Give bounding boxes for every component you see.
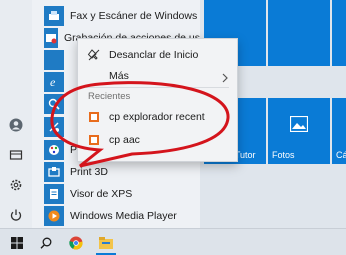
app-label: Visor de XPS	[70, 188, 133, 200]
file-explorer-icon[interactable]	[96, 233, 116, 253]
tile-photos[interactable]: Fotos	[268, 98, 330, 164]
settings-gear-icon[interactable]	[9, 178, 23, 192]
steps-recorder-icon	[44, 28, 58, 48]
math-input-icon	[44, 117, 64, 137]
account-icon[interactable]	[9, 118, 23, 132]
app-label: Fax y Escáner de Windows	[70, 10, 198, 22]
recent-item-label: cp aac	[109, 134, 140, 146]
search-icon[interactable]	[36, 233, 56, 253]
divider	[86, 87, 229, 88]
start-menu-screen: Fax y Escáner de Windows Grabación de ac…	[0, 0, 346, 255]
recent-item[interactable]: cp explorador recent	[78, 105, 237, 129]
media-player-icon	[44, 206, 64, 226]
document-icon	[87, 133, 101, 147]
documents-icon[interactable]	[9, 148, 23, 162]
app-item-fax-scanner[interactable]: Fax y Escáner de Windows	[32, 5, 200, 27]
document-icon	[87, 110, 101, 124]
photos-icon	[289, 115, 309, 137]
svg-text:e: e	[50, 75, 56, 89]
tile-label: Cám	[336, 150, 346, 160]
recent-item-label: cp explorador recent	[109, 111, 205, 123]
app-label: Windows Media Player	[70, 210, 177, 222]
recent-item[interactable]: cp aac	[78, 128, 237, 152]
print-3d-icon	[44, 162, 64, 182]
power-icon[interactable]	[9, 208, 23, 222]
app-item-windows-media-player[interactable]: Windows Media Player	[32, 205, 200, 227]
windows-start-icon[interactable]	[7, 233, 27, 253]
more-item[interactable]: Más	[78, 64, 237, 88]
app-label: Print 3D	[70, 166, 108, 178]
unpin-icon	[87, 48, 101, 62]
internet-explorer-icon: e	[44, 72, 64, 92]
chrome-icon[interactable]	[66, 233, 86, 253]
tile-label: Fotos	[272, 150, 295, 160]
app-item-print-3d[interactable]: Print 3D	[32, 161, 200, 183]
chevron-right-icon	[221, 70, 229, 88]
xps-viewer-icon	[44, 184, 64, 204]
taskbar	[0, 228, 346, 255]
paint-icon	[44, 140, 64, 160]
app-icon	[44, 50, 64, 70]
magnifier-icon	[44, 94, 64, 114]
unpin-label: Desanclar de Inicio	[109, 49, 199, 61]
app-item-xps-viewer[interactable]: Visor de XPS	[32, 183, 200, 205]
tile-2[interactable]	[268, 0, 330, 66]
tile-camera[interactable]: Cám	[332, 98, 346, 164]
more-label: Más	[109, 70, 129, 82]
context-menu: Desanclar de Inicio Más Recientes cp exp…	[77, 38, 238, 162]
tile-3[interactable]	[332, 0, 346, 66]
start-rail	[0, 0, 32, 228]
recent-header: Recientes	[88, 91, 131, 102]
fax-scanner-icon	[44, 6, 64, 26]
